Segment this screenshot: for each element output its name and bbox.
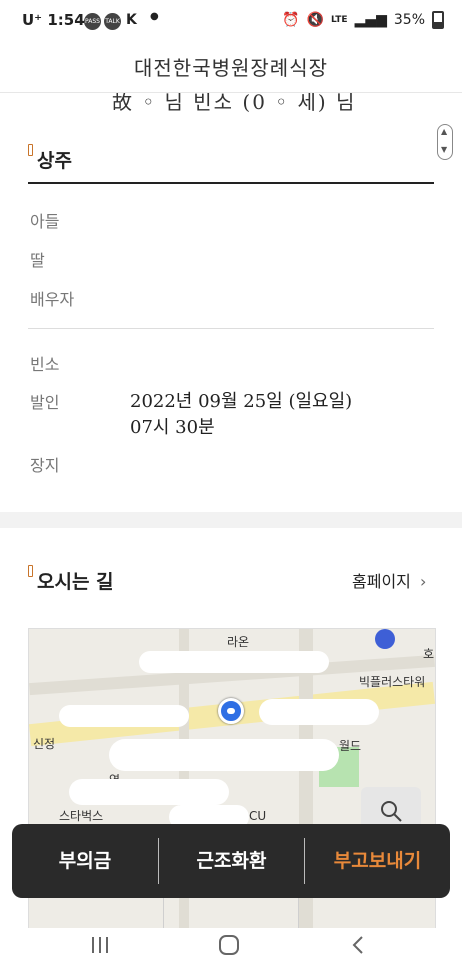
section-marker-icon <box>28 565 33 577</box>
chevron-up-icon: ▲ <box>441 127 448 136</box>
mourners-divider <box>28 182 434 184</box>
funeral-wreath-button[interactable]: 근조화환 <box>159 824 304 898</box>
location-pin-icon[interactable] <box>218 698 244 724</box>
system-nav-bar <box>0 928 462 975</box>
pass-app-icon: PASS <box>84 13 101 30</box>
map-label: CU <box>249 809 267 823</box>
carrier-label: U⁺ <box>22 11 43 29</box>
redacted-area <box>59 705 189 727</box>
recent-apps-icon[interactable] <box>90 934 110 956</box>
notification-dot-icon: ● <box>150 11 159 22</box>
mute-icon: 🔇 <box>306 12 325 28</box>
talk-app-icon: TALK <box>104 13 121 30</box>
bus-stop-icon <box>375 629 395 649</box>
grid-divider <box>163 898 164 928</box>
battery-icon <box>432 11 444 29</box>
status-bar: U⁺ 1:54 PASS TALK K ● ⏰ 🔇 LTE ▂▄▆ 35% <box>0 0 462 40</box>
chevron-right-icon: › <box>419 572 427 591</box>
homepage-link[interactable]: 홈페이지 › <box>352 568 426 592</box>
k-app-icon: K <box>126 12 137 28</box>
page-title: 대전한국병원장례식장 <box>134 56 328 80</box>
map-label: 라온 <box>227 635 250 649</box>
departure-time: 07시 30분 <box>130 417 215 438</box>
redacted-area <box>69 779 229 805</box>
condolence-money-button[interactable]: 부의금 <box>12 824 158 898</box>
departure-date: 2022년 09월 25일 (일요일) <box>130 391 353 412</box>
status-right: ⏰ 🔇 LTE ▂▄▆ 35% <box>282 11 444 29</box>
network-label: LTE <box>331 15 348 25</box>
map-label: 월드 <box>339 739 362 753</box>
map-label: 스타벅스 <box>59 809 104 823</box>
redacted-area <box>139 651 329 673</box>
bottom-action-bar: 부의금 근조화환 부고보내기 <box>12 824 450 898</box>
scroll-handle[interactable]: ▲ ▼ <box>437 124 453 160</box>
clock-label: 1:54 <box>47 11 85 29</box>
grid-divider <box>298 898 299 928</box>
back-icon[interactable] <box>350 934 366 956</box>
directions-title: 오시는 길 <box>37 571 114 593</box>
magnifier-icon <box>381 801 402 822</box>
send-obituary-button[interactable]: 부고보내기 <box>305 824 450 898</box>
label-daughter: 딸 <box>30 251 45 270</box>
signal-icon: ▂▄▆ <box>354 12 387 28</box>
redacted-room <box>126 344 388 370</box>
details-divider <box>28 328 434 329</box>
redacted-area <box>109 739 339 771</box>
homepage-link-label: 홈페이지 <box>352 572 411 591</box>
label-funeral-room: 빈소 <box>30 355 60 374</box>
map-label: 빅플러스타워 <box>359 675 426 689</box>
status-time: U⁺ 1:54 <box>22 11 85 29</box>
mourners-title: 상주 <box>37 150 72 172</box>
home-icon[interactable] <box>218 934 240 956</box>
label-spouse: 배우자 <box>30 290 75 309</box>
section-gap <box>0 512 462 528</box>
chevron-down-icon: ▼ <box>441 145 448 154</box>
redacted-area <box>259 699 379 725</box>
battery-label: 35% <box>393 12 425 28</box>
label-departure: 발인 <box>30 393 60 412</box>
label-burial-place: 장지 <box>30 456 60 475</box>
app-header: 대전한국병원장례식장 <box>0 40 462 93</box>
section-marker-icon <box>28 144 33 156</box>
label-son: 아들 <box>30 212 60 231</box>
alarm-icon: ⏰ <box>282 12 300 28</box>
map-label: 호 <box>423 647 435 661</box>
map-label: 신정 <box>33 737 56 751</box>
